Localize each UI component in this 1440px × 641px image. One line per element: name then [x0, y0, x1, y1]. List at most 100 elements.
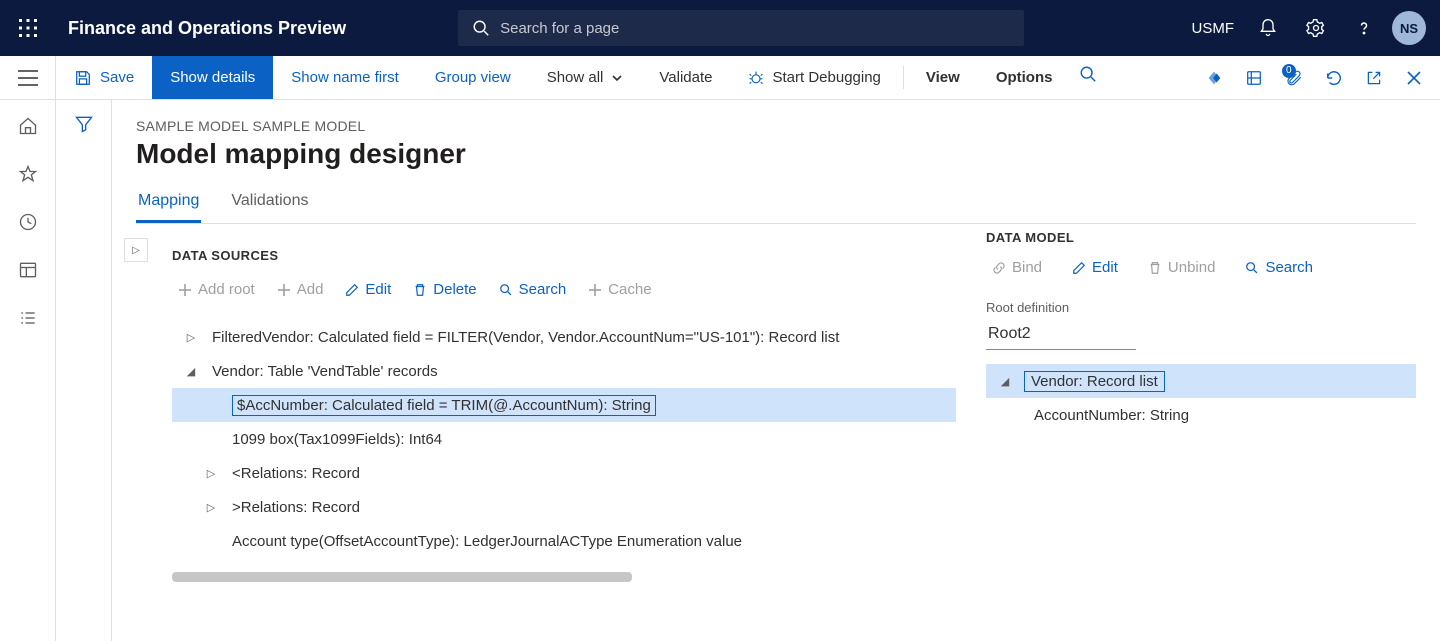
edit-icon [1072, 261, 1086, 275]
group-view-button[interactable]: Group view [417, 56, 529, 99]
panel-expand-icon[interactable]: ▷ [124, 238, 148, 262]
show-details-button[interactable]: Show details [152, 56, 273, 99]
tab-validations[interactable]: Validations [229, 192, 310, 223]
delete-button[interactable]: Delete [407, 277, 482, 302]
datamodel-tree: ◢ Vendor: Record list AccountNumber: Stri… [986, 364, 1416, 432]
dm-tree-row[interactable]: AccountNumber: String [986, 398, 1416, 432]
search-label: Search [519, 281, 567, 298]
add-label: Add [297, 281, 324, 298]
dm-edit-button[interactable]: Edit [1066, 255, 1124, 280]
nav-rail [0, 100, 56, 641]
tree-row[interactable]: Account type(OffsetAccountType): LedgerJ… [172, 524, 956, 558]
tab-mapping[interactable]: Mapping [136, 192, 201, 223]
show-all-dropdown[interactable]: Show all [529, 56, 642, 99]
delete-icon [413, 283, 427, 297]
collapse-icon[interactable]: ◢ [182, 365, 200, 378]
breadcrumb: SAMPLE MODEL SAMPLE MODEL [136, 118, 1416, 134]
expand-icon[interactable]: ▷ [202, 501, 220, 514]
search-icon [472, 19, 490, 37]
validate-button[interactable]: Validate [641, 56, 730, 99]
tree-row[interactable]: 1099 box(Tax1099Fields): Int64 [172, 422, 956, 456]
refresh-icon[interactable] [1316, 60, 1352, 96]
nav-toggle-icon[interactable] [0, 56, 56, 99]
start-debugging-label: Start Debugging [772, 69, 880, 86]
tree-row[interactable]: ▷ >Relations: Record [172, 490, 956, 524]
tree-row-selected[interactable]: $AccNumber: Calculated field = TRIM(@.Ac… [172, 388, 956, 422]
collapse-icon[interactable]: ◢ [996, 375, 1014, 388]
cache-button[interactable]: Cache [582, 277, 657, 302]
unbind-label: Unbind [1168, 259, 1216, 276]
tree-label: <Relations: Record [232, 465, 360, 482]
filter-icon[interactable] [74, 114, 94, 641]
dm-search-label: Search [1265, 259, 1313, 276]
page-title: Model mapping designer [136, 138, 1416, 170]
cache-label: Cache [608, 281, 651, 298]
tree-label: Vendor: Table 'VendTable' records [212, 363, 438, 380]
modules-icon[interactable] [16, 306, 40, 330]
tree-row[interactable]: ▷ <Relations: Record [172, 456, 956, 490]
root-definition-value[interactable]: Root2 [986, 319, 1136, 350]
office-addin-icon[interactable] [1236, 60, 1272, 96]
edit-button[interactable]: Edit [339, 277, 397, 302]
tree-label: FilteredVendor: Calculated field = FILTE… [212, 329, 839, 346]
attachments-count: 0 [1282, 64, 1296, 78]
show-all-label: Show all [547, 69, 604, 86]
favorites-icon[interactable] [16, 162, 40, 186]
horizontal-scrollbar[interactable] [172, 572, 632, 582]
dm-tree-label: AccountNumber: String [1034, 407, 1189, 424]
workspaces-icon[interactable] [16, 258, 40, 282]
tree-row[interactable]: ▷ FilteredVendor: Calculated field = FILT… [172, 320, 956, 354]
add-button[interactable]: Add [271, 277, 330, 302]
chevron-down-icon [611, 72, 623, 84]
plus-icon [277, 283, 291, 297]
global-search[interactable] [458, 10, 1024, 46]
debug-icon [748, 70, 764, 86]
add-root-label: Add root [198, 281, 255, 298]
save-button[interactable]: Save [56, 56, 152, 99]
datasource-tree: ▷ FilteredVendor: Calculated field = FILT… [172, 320, 956, 558]
expand-icon[interactable]: ▷ [202, 467, 220, 480]
add-root-button[interactable]: Add root [172, 277, 261, 302]
tree-row[interactable]: ◢ Vendor: Table 'VendTable' records [172, 354, 956, 388]
legal-entity[interactable]: USMF [1192, 20, 1235, 37]
start-debugging-button[interactable]: Start Debugging [730, 56, 898, 99]
powerapps-icon[interactable] [1196, 60, 1232, 96]
tree-label: >Relations: Record [232, 499, 360, 516]
save-label: Save [100, 69, 134, 86]
datamodel-heading: DATA MODEL [986, 230, 1416, 245]
unbind-button[interactable]: Unbind [1142, 255, 1222, 280]
user-avatar[interactable]: NS [1392, 11, 1426, 45]
search-icon [1245, 261, 1259, 275]
show-name-first-button[interactable]: Show name first [273, 56, 417, 99]
dm-search-button[interactable]: Search [1239, 255, 1319, 280]
app-title: Finance and Operations Preview [68, 18, 346, 39]
divider [903, 66, 904, 89]
expand-icon[interactable]: ▷ [182, 331, 200, 344]
tree-label: 1099 box(Tax1099Fields): Int64 [232, 431, 442, 448]
delete-label: Delete [433, 281, 476, 298]
app-launcher-icon[interactable] [0, 0, 56, 56]
page-search-icon[interactable] [1070, 56, 1106, 92]
recent-icon[interactable] [16, 210, 40, 234]
dm-edit-label: Edit [1092, 259, 1118, 276]
dm-tree-row-selected[interactable]: ◢ Vendor: Record list [986, 364, 1416, 398]
save-icon [74, 69, 92, 87]
root-definition-label: Root definition [986, 300, 1416, 315]
tree-label: $AccNumber: Calculated field = TRIM(@.Ac… [232, 395, 656, 416]
help-icon[interactable] [1344, 8, 1384, 48]
plus-icon [588, 283, 602, 297]
popout-icon[interactable] [1356, 60, 1392, 96]
view-menu[interactable]: View [908, 56, 978, 99]
close-icon[interactable] [1396, 60, 1432, 96]
options-menu[interactable]: Options [978, 56, 1071, 99]
home-icon[interactable] [16, 114, 40, 138]
search-button[interactable]: Search [493, 277, 573, 302]
global-search-input[interactable] [500, 20, 1010, 37]
dm-tree-label: Vendor: Record list [1024, 371, 1165, 392]
datasources-heading: DATA SOURCES [172, 248, 956, 263]
delete-icon [1148, 261, 1162, 275]
attachments-icon[interactable]: 0 [1276, 60, 1312, 96]
settings-icon[interactable] [1296, 8, 1336, 48]
bind-button[interactable]: Bind [986, 255, 1048, 280]
notifications-icon[interactable] [1248, 8, 1288, 48]
